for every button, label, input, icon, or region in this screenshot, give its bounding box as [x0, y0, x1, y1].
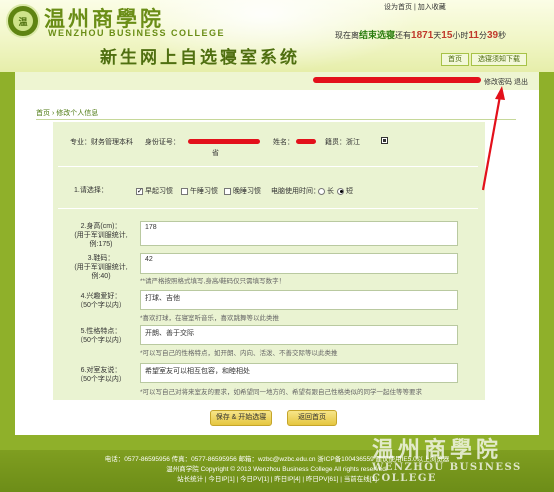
pc-long-option[interactable]: 长: [318, 186, 334, 196]
main-nav: 首页 选寝须知下载: [441, 53, 527, 66]
habit-late-label: 晚睡习惯: [233, 188, 261, 195]
watermark-cn: 温州商學院: [372, 437, 503, 463]
hobby-input[interactable]: 打球、吉他: [140, 290, 458, 310]
habit-nap-label: 午睡习惯: [190, 188, 218, 195]
pc-time-label: 电脑使用时间：: [271, 186, 320, 196]
countdown-event: 结束选寝: [359, 30, 396, 40]
friend-label: 6.对室友说：: [80, 367, 122, 374]
shoe-input[interactable]: 42: [140, 253, 458, 274]
top-links: 设为首页 | 加入收藏: [384, 2, 446, 12]
watermark-en: WENZHOU BUSINESS COLLEGE: [372, 462, 522, 484]
breadcrumb-home[interactable]: 首页: [36, 110, 50, 117]
trait-label: 5.性格特点：: [80, 328, 122, 335]
pc-short-label: 短: [346, 188, 353, 195]
trait-limit: （50个字以内）: [76, 337, 126, 344]
shoe-label-block: 3.鞋码： (用于军训服统计, 例:40): [66, 254, 136, 281]
countdown-hours-unit: 小时: [452, 31, 469, 40]
hobby-label-block: 4.兴趣爱好： （50个字以内）: [66, 292, 136, 310]
radio-icon[interactable]: [318, 187, 325, 195]
user-links: 修改密码 退出: [484, 77, 528, 87]
checkbox-icon[interactable]: [181, 187, 188, 195]
countdown-mid: 还有: [395, 31, 412, 40]
countdown-minutes-unit: 分: [478, 31, 487, 40]
pc-short-option[interactable]: 短: [337, 186, 353, 196]
redacted-user-info: [313, 77, 481, 83]
add-favorite-link[interactable]: 加入收藏: [418, 4, 446, 11]
redacted-name: [296, 139, 316, 144]
origin-label: 籍贯：浙江: [325, 139, 360, 146]
height-label-block: 2.身高(cm)： (用于军训服统计, 例:175): [66, 222, 136, 249]
shoe-note: (用于军训服统计,: [74, 264, 128, 271]
habit-early-option[interactable]: 早起习惯: [136, 186, 173, 196]
school-emblem-inner: 温: [13, 11, 33, 31]
trait-hint: *可以写自己的性格特点，如开朗、内向、活泼、不善交际等以此类推: [140, 350, 338, 357]
set-homepage-link[interactable]: 设为首页: [384, 4, 412, 11]
hobby-limit: （50个字以内）: [76, 302, 126, 309]
back-home-button[interactable]: 返回首页: [287, 410, 337, 426]
friend-label-block: 6.对室友说： （50个字以内）: [66, 366, 136, 384]
breadcrumb-current: 修改个人信息: [56, 110, 99, 117]
save-and-start-button[interactable]: 保存 & 开始选寝: [210, 410, 272, 426]
trait-input[interactable]: 开朗、善于交际: [140, 325, 458, 345]
change-password-link[interactable]: 修改密码: [484, 79, 512, 86]
friend-hint: *可以写自己对将来室友的要求，如希望同一地方的、希望有跟自己性格类似的同学一起住…: [140, 389, 423, 396]
radio-icon[interactable]: [337, 187, 344, 195]
checkbox-icon[interactable]: [136, 187, 143, 195]
logout-link[interactable]: 退出: [514, 79, 528, 86]
name-label: 姓名：: [273, 139, 294, 146]
nav-home-button[interactable]: 首页: [441, 53, 469, 66]
habit-nap-option[interactable]: 午睡习惯: [181, 186, 218, 196]
pc-long-label: 长: [327, 188, 334, 195]
habits-label: 1.请选择：: [74, 187, 108, 194]
countdown-minutes: 11: [468, 30, 479, 41]
shoe-hint: **请严格按照格式填写,身高/鞋码仅只需填写数字！: [140, 278, 286, 285]
divider: [58, 166, 478, 167]
shoe-label: 3.鞋码：: [87, 255, 115, 262]
height-input[interactable]: 178: [140, 221, 458, 246]
height-note: (用于军训服统计,: [74, 232, 128, 239]
countdown-seconds: 39: [486, 30, 499, 41]
friend-input[interactable]: 希望室友可以相互包容，和睦相处: [140, 363, 458, 383]
habit-early-label: 早起习惯: [145, 188, 173, 195]
friend-limit: （50个字以内）: [76, 376, 126, 383]
divider: [58, 208, 478, 209]
countdown-prefix: 现在离: [335, 31, 359, 40]
breadcrumb: 首页 › 修改个人信息: [36, 108, 98, 118]
origin-info: 籍贯：浙江: [325, 137, 554, 147]
trait-label-block: 5.性格特点： （50个字以内）: [66, 327, 136, 345]
height-example: 例:175): [89, 241, 113, 248]
system-title: 新生网上自选寝室系统: [100, 48, 300, 68]
school-name-en: WENZHOU BUSINESS COLLEGE: [48, 28, 226, 38]
pc-time-text: 电脑使用时间：: [271, 188, 320, 195]
height-label: 2.身高(cm)：: [80, 223, 122, 230]
breadcrumb-divider: [36, 119, 516, 120]
checkbox-icon[interactable]: [224, 187, 231, 195]
hobby-hint: *喜欢打球，在寝室听音乐，喜欢跳舞等以此类推: [140, 315, 280, 322]
photo-icon: [381, 137, 388, 144]
countdown-hours: 15: [441, 30, 453, 41]
countdown-timer: 现在离结束选寝还有1871天15小时11分39秒: [335, 28, 506, 41]
watermark: 温州商學院 WENZHOU BUSINESS COLLEGE: [372, 432, 554, 484]
school-emblem-icon: 温: [6, 4, 40, 38]
countdown-seconds-unit: 秒: [498, 31, 507, 40]
id-label: 身份证号：: [144, 139, 180, 146]
nav-notice-download-button[interactable]: 选寝须知下载: [471, 53, 527, 66]
shoe-example: 例:40): [91, 273, 111, 280]
origin-tail: 省: [212, 148, 554, 158]
major-label: 专业：财务管理本科: [70, 139, 133, 146]
countdown-days: 1871: [411, 30, 434, 41]
habit-late-option[interactable]: 晚睡习惯: [224, 186, 261, 196]
redacted-id-number: [188, 139, 260, 144]
hobby-label: 4.兴趣爱好：: [80, 293, 122, 300]
origin-tail-text: 省: [212, 150, 219, 157]
